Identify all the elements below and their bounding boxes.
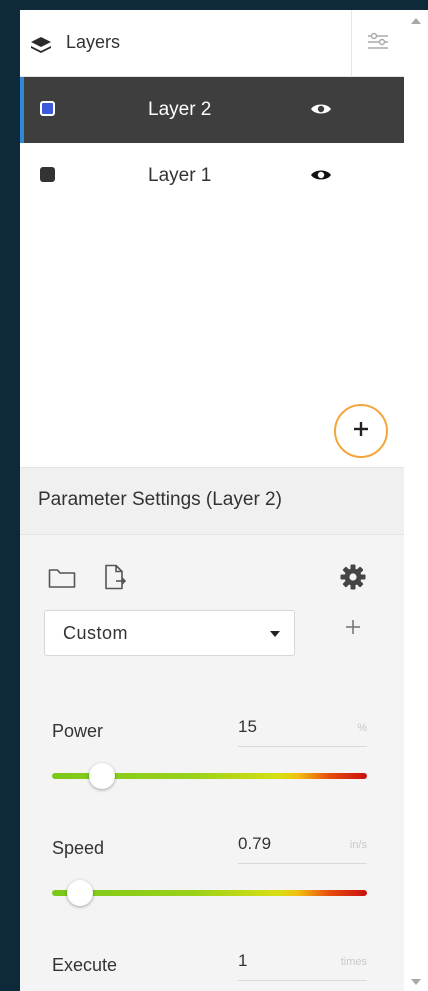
folder-icon[interactable] xyxy=(48,567,76,594)
layers-icon xyxy=(30,36,51,53)
parameter-settings-panel: Parameter Settings (Layer 2) Custom Powe… xyxy=(20,467,404,991)
scrollbar[interactable] xyxy=(404,10,428,991)
power-label: Power xyxy=(52,721,104,741)
execute-label: Execute xyxy=(52,955,118,975)
execute-input[interactable]: 1 xyxy=(238,951,247,971)
layer-name: Layer 1 xyxy=(148,165,212,186)
export-icon[interactable] xyxy=(104,564,127,595)
speed-slider-thumb[interactable] xyxy=(67,880,94,906)
speed-slider-track[interactable] xyxy=(52,890,367,896)
execute-field[interactable]: 1 times xyxy=(238,951,367,981)
preset-select-value: Custom xyxy=(63,623,129,643)
execute-unit: times xyxy=(340,956,367,968)
layer-color-swatch[interactable] xyxy=(40,101,55,116)
layer-color-swatch[interactable] xyxy=(40,167,55,182)
parameter-settings-title: Parameter Settings (Layer 2) xyxy=(38,489,282,510)
speed-unit: in/s xyxy=(349,839,367,851)
sliders-icon xyxy=(367,32,389,55)
plus-icon xyxy=(353,421,369,442)
scroll-down-icon[interactable] xyxy=(411,979,421,985)
layer-settings-button[interactable] xyxy=(351,10,404,76)
layers-title: Layers xyxy=(66,32,121,52)
eye-icon[interactable] xyxy=(310,168,332,182)
eye-icon[interactable] xyxy=(310,102,332,116)
scroll-up-icon[interactable] xyxy=(411,18,421,24)
speed-label: Speed xyxy=(52,838,105,858)
layers-panel: Layers Layer 2 Layer 1 Parameter Setting… xyxy=(20,10,404,991)
preset-select[interactable]: Custom xyxy=(44,610,295,656)
speed-input[interactable]: 0.79 xyxy=(238,834,271,854)
power-input[interactable]: 15 xyxy=(238,717,257,737)
gear-icon[interactable] xyxy=(340,564,366,595)
parameter-settings-header: Parameter Settings (Layer 2) xyxy=(20,468,404,535)
layer-list: Layer 2 Layer 1 xyxy=(20,77,404,209)
add-preset-button[interactable] xyxy=(342,618,364,640)
power-slider-thumb[interactable] xyxy=(89,763,116,789)
power-unit: % xyxy=(357,722,367,734)
add-layer-button[interactable] xyxy=(334,404,388,458)
layer-row-layer-2[interactable]: Layer 2 xyxy=(20,77,404,143)
layer-row-layer-1[interactable]: Layer 1 xyxy=(20,143,404,209)
speed-field[interactable]: 0.79 in/s xyxy=(238,834,367,864)
chevron-down-icon xyxy=(270,631,280,637)
plus-icon xyxy=(345,619,361,640)
layer-name: Layer 2 xyxy=(148,99,212,120)
power-field[interactable]: 15 % xyxy=(238,717,367,747)
layers-header: Layers xyxy=(20,10,404,77)
